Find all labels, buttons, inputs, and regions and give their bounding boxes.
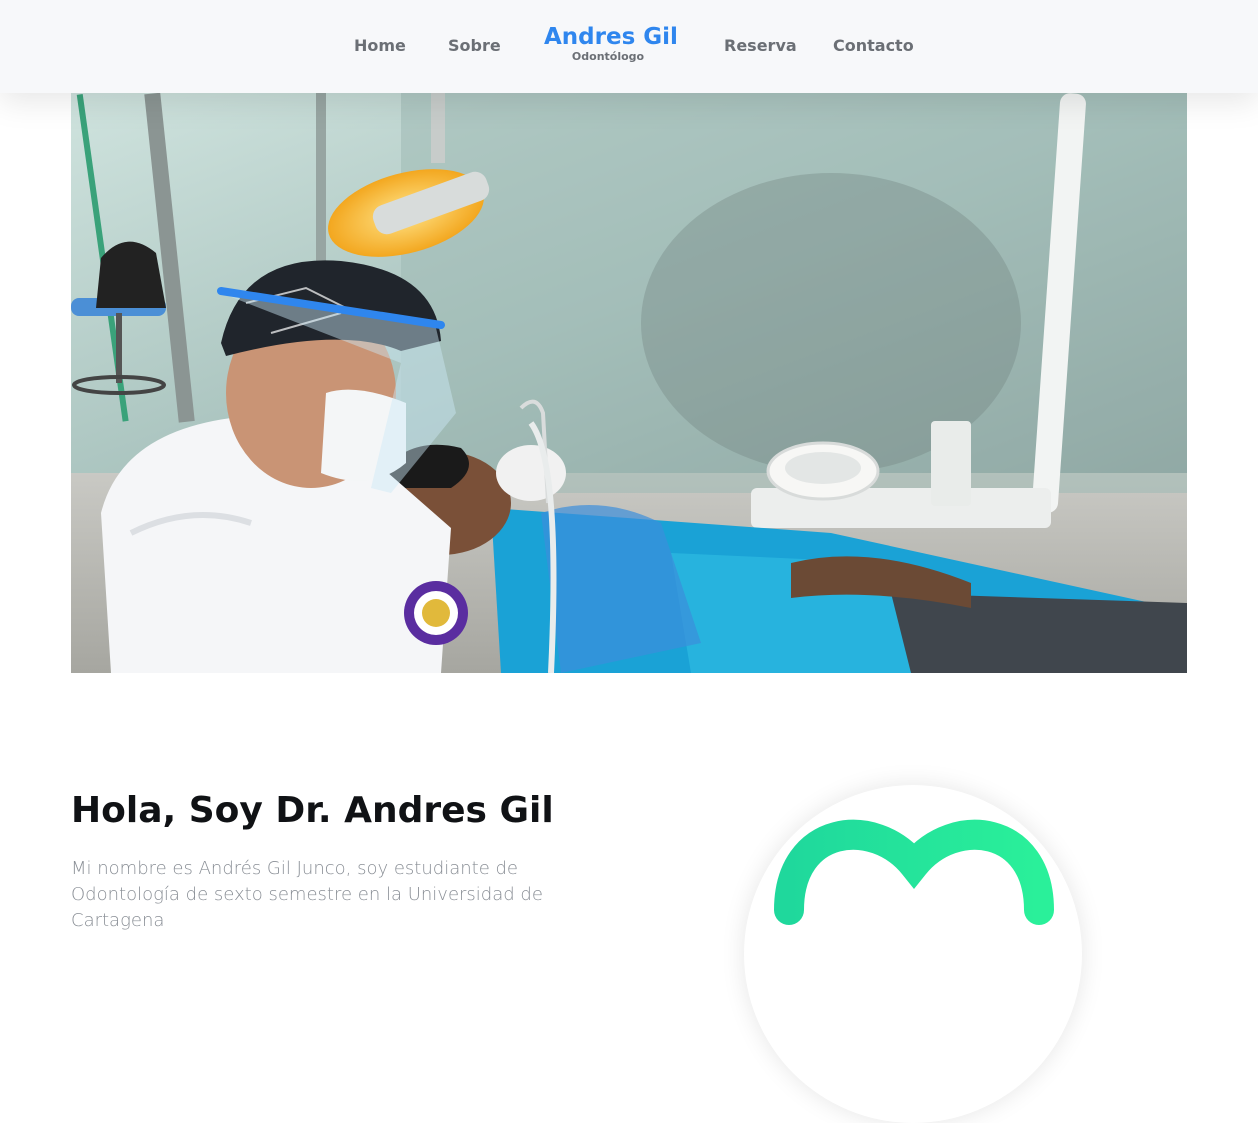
nav-sobre-link[interactable]: Sobre xyxy=(448,36,501,55)
intro-paragraph: Mi nombre es Andrés Gil Junco, soy estud… xyxy=(71,858,543,931)
brand-name: Andres Gil xyxy=(544,24,678,50)
nav-home-link[interactable]: Home xyxy=(354,36,406,55)
hero-photo-illustration xyxy=(71,93,1187,673)
infinity-logo-icon xyxy=(774,819,1054,926)
brand-subtitle: Odontólogo xyxy=(571,50,645,63)
hero-photo xyxy=(71,93,1187,673)
nav-contacto-link[interactable]: Contacto xyxy=(833,36,914,55)
nav-reserva-link[interactable]: Reserva xyxy=(724,36,797,55)
brand-logo-link[interactable]: Andres Gil Odontólogo xyxy=(544,23,678,64)
top-navbar: Home Sobre Andres Gil Odontólogo Reserva… xyxy=(0,0,1258,93)
intro-heading: Hola, Soy Dr. Andres Gil xyxy=(71,790,554,831)
brand-logo-badge xyxy=(744,785,1082,1123)
